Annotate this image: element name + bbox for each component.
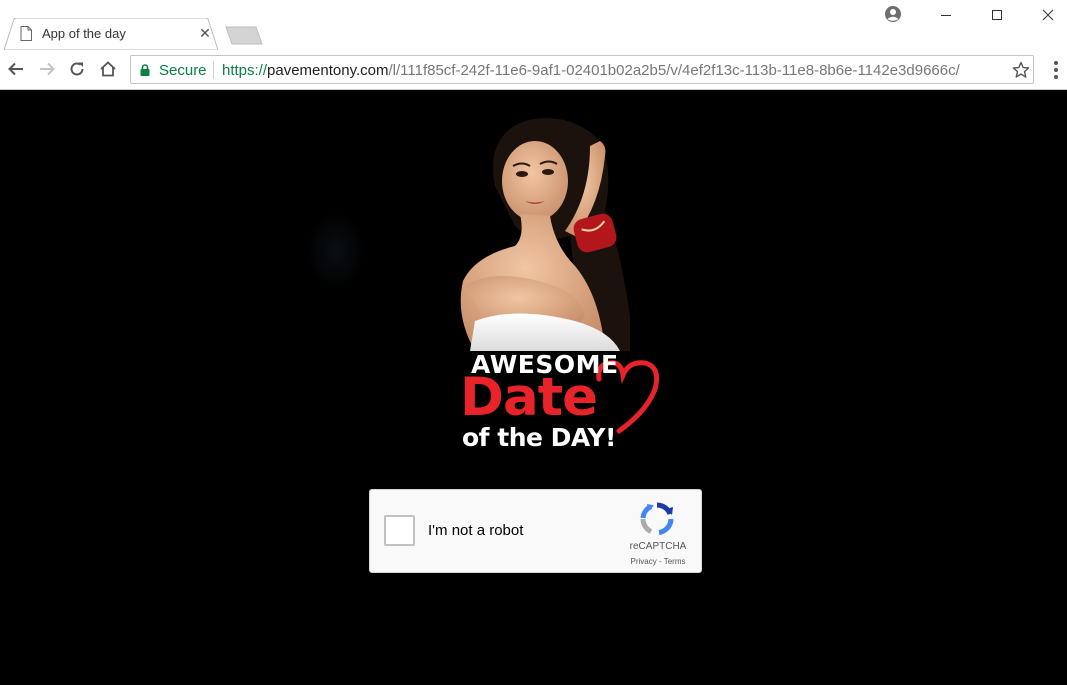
omnibox-divider (213, 61, 214, 79)
page-content: AWESOME Date of the DAY! I'm not a robot… (0, 91, 1067, 685)
url-host: pavementony.com (267, 62, 389, 79)
awesome-date-logo: AWESOME Date of the DAY! (455, 349, 665, 459)
url-scheme: https:// (222, 62, 268, 79)
back-button[interactable] (5, 58, 27, 80)
close-icon (1042, 9, 1054, 21)
browser-toolbar: Secure https://pavementony.com/l/111f85c… (0, 50, 1067, 90)
browser-title-bar: App of the day ✕ (0, 0, 1067, 50)
maximize-icon (992, 10, 1002, 20)
tab-title: App of the day (42, 26, 126, 41)
url-text[interactable]: https://pavementony.com/l/111f85cf-242f-… (222, 62, 960, 79)
recaptcha-links: Privacy - Terms (622, 557, 694, 566)
tab-close-icon[interactable]: ✕ (198, 26, 212, 40)
recaptcha-links-separator: - (656, 557, 664, 566)
browser-menu-icon[interactable] (1046, 59, 1066, 81)
menu-dot (1054, 75, 1058, 79)
maximize-button[interactable] (974, 0, 1020, 30)
home-icon (100, 61, 116, 77)
lock-icon (140, 64, 150, 76)
recaptcha-privacy-link[interactable]: Privacy (631, 557, 657, 566)
profile-icon[interactable] (884, 5, 902, 23)
recaptcha-terms-link[interactable]: Terms (664, 557, 686, 566)
active-tab[interactable]: App of the day ✕ (4, 18, 218, 50)
forward-button[interactable] (36, 58, 58, 80)
background-shadow (306, 211, 366, 291)
url-path: /l/111f85cf-242f-11e6-9af1-02401b02a2b5/… (388, 62, 960, 79)
close-window-button[interactable] (1025, 0, 1067, 30)
minimize-icon (941, 15, 951, 16)
recaptcha-checkbox[interactable] (384, 515, 415, 546)
page-icon (20, 26, 32, 41)
home-button[interactable] (97, 58, 119, 80)
recaptcha-brand: reCAPTCHA (629, 541, 687, 552)
menu-dot (1054, 68, 1058, 72)
menu-dot (1054, 61, 1058, 65)
new-tab-button[interactable] (224, 26, 264, 45)
recaptcha-widget: I'm not a robot reCAPTCHA Privacy - Term… (369, 489, 702, 573)
woman-photo-image (455, 116, 640, 351)
logo-date-text: Date (460, 367, 598, 428)
logo-of-the-day-text: of the DAY! (462, 423, 616, 452)
forward-arrow-icon (40, 62, 55, 76)
address-bar[interactable]: Secure https://pavementony.com/l/111f85c… (130, 55, 1034, 84)
reload-button[interactable] (66, 58, 88, 80)
recaptcha-logo-icon (640, 502, 674, 535)
minimize-button[interactable] (923, 0, 969, 30)
secure-label: Secure (159, 62, 207, 79)
back-arrow-icon (8, 62, 23, 76)
recaptcha-label: I'm not a robot (428, 522, 524, 539)
bookmark-star-icon[interactable] (1012, 61, 1030, 79)
reload-icon (70, 62, 84, 76)
